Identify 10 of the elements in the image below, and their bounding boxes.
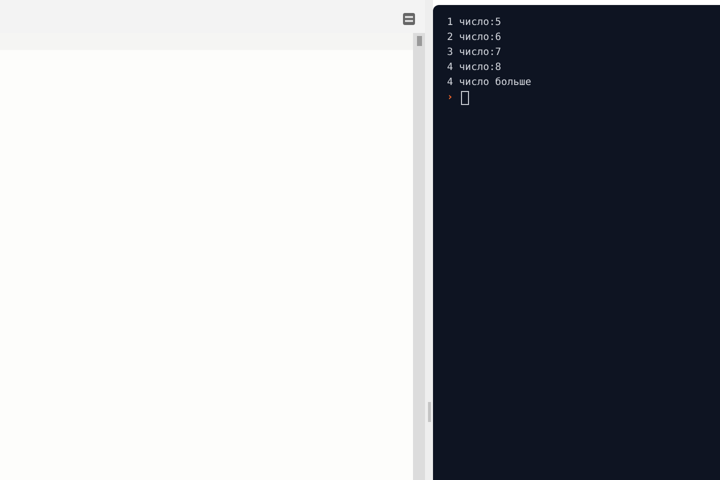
panel-toggle-icon[interactable] (403, 12, 415, 24)
prompt-symbol: › (447, 91, 454, 105)
console-output-line: 4 число больше (447, 76, 532, 90)
console-output-line: 2 число:6 (447, 31, 502, 45)
scrollbar[interactable] (413, 33, 425, 480)
console-output-line: 3 число:7 (447, 46, 502, 60)
input-cursor[interactable] (461, 90, 470, 104)
console-output-line: 4 число:8 (447, 61, 502, 75)
resize-handle[interactable] (425, 0, 433, 480)
console-output-line: 1 число:5 (447, 16, 502, 30)
